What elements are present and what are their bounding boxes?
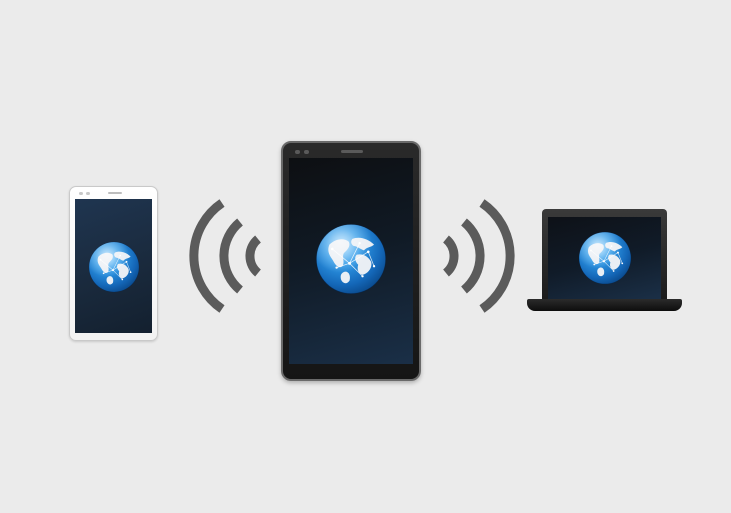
wireless-waves-right-icon	[442, 199, 515, 313]
globe-icon	[316, 224, 386, 294]
globe-icon	[88, 241, 140, 293]
laptop-base	[527, 299, 682, 311]
earpiece-speaker	[341, 150, 363, 153]
phone-screen	[289, 158, 413, 364]
sensor-dot	[295, 150, 300, 154]
wireless-waves-left-icon	[189, 199, 262, 313]
black-smartphone	[281, 141, 421, 381]
camera-dot	[304, 150, 309, 154]
earpiece-speaker	[108, 192, 122, 194]
camera-dot	[86, 192, 90, 195]
globe-icon	[578, 231, 632, 285]
white-smartphone	[69, 186, 158, 341]
laptop	[542, 209, 667, 301]
phone-screen	[75, 199, 152, 333]
laptop-screen	[548, 217, 661, 301]
sensor-dot	[79, 192, 83, 195]
